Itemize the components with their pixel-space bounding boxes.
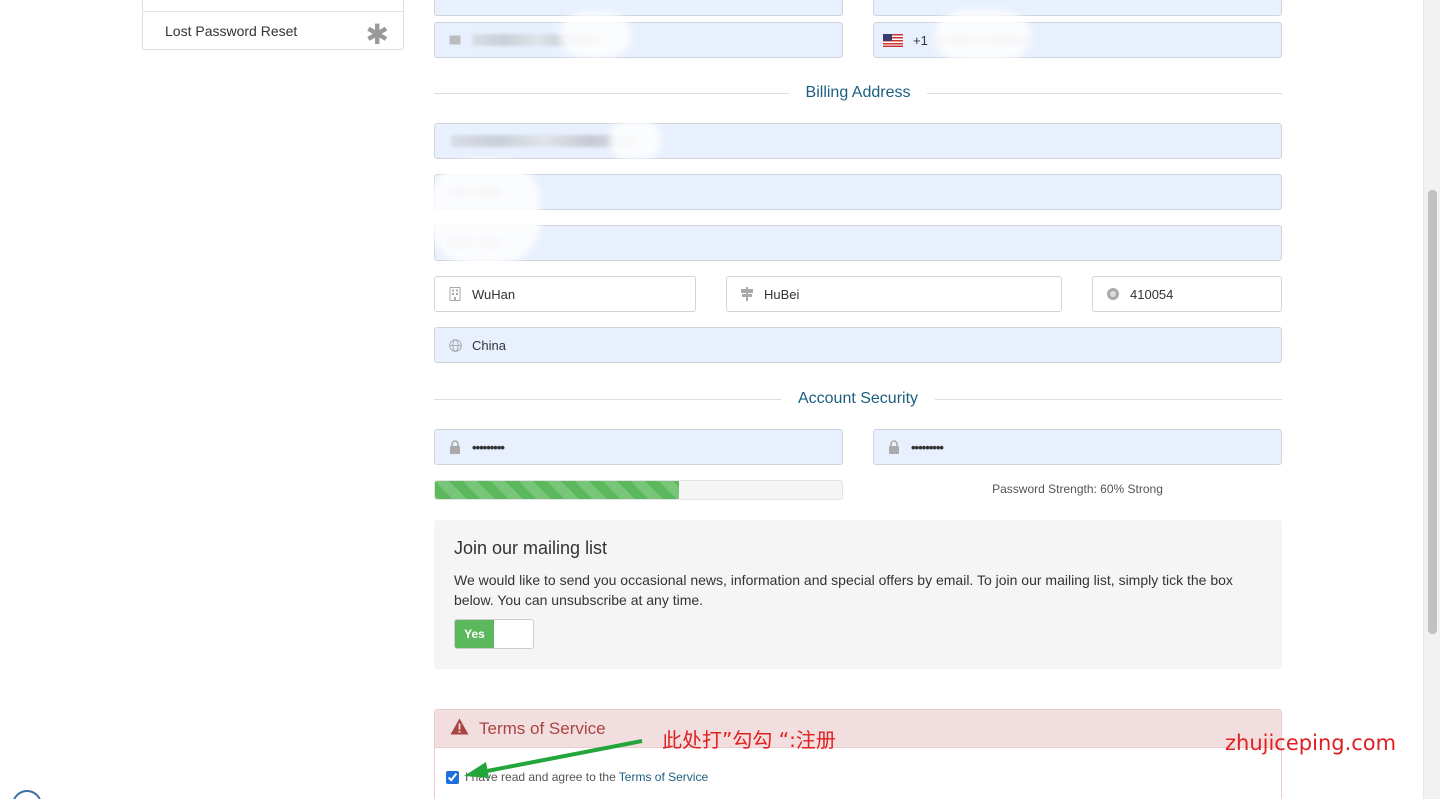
email-field[interactable] xyxy=(434,22,843,58)
mailing-list-description: We would like to send you occasional new… xyxy=(454,572,1233,608)
billing-address-heading: Billing Address xyxy=(434,83,1283,103)
redaction-blob xyxy=(560,12,630,58)
terms-agree-checkbox[interactable] xyxy=(446,770,459,784)
phone-prefix: +1 xyxy=(913,32,928,48)
city-field[interactable]: WuHan xyxy=(434,276,696,312)
mailing-list-toggle[interactable]: Yes xyxy=(454,619,534,649)
city-value: WuHan xyxy=(472,286,516,302)
mailing-list-panel: Join our mailing list We would like to s… xyxy=(434,520,1282,669)
postcode-field[interactable]: 410054 xyxy=(1092,276,1282,312)
address3-field[interactable] xyxy=(434,225,1282,261)
state-value: HuBei xyxy=(764,286,800,302)
us-flag-icon xyxy=(883,33,903,47)
certificate-icon xyxy=(1106,287,1120,301)
country-select[interactable]: China xyxy=(434,327,1282,363)
sidebar-panel: Lost Password Reset ✱ xyxy=(142,0,404,51)
globe-icon xyxy=(448,338,462,352)
redaction-blob xyxy=(610,120,660,160)
envelope-icon xyxy=(448,33,462,47)
building-icon xyxy=(448,287,462,301)
redaction-blob xyxy=(430,160,540,265)
signpost-icon xyxy=(740,287,754,301)
chat-widget-icon[interactable] xyxy=(12,790,42,799)
password-mask: ••••••••• xyxy=(472,439,505,455)
password-strength-bar xyxy=(434,480,843,500)
redaction-blob xyxy=(935,10,1030,62)
terms-of-service-title: Terms of Service xyxy=(479,718,606,738)
confirm-password-mask: ••••••••• xyxy=(911,439,944,455)
lock-icon xyxy=(448,440,462,454)
confirm-password-field[interactable]: ••••••••• xyxy=(873,429,1282,465)
top-field-right[interactable] xyxy=(873,0,1282,16)
page: Lost Password Reset ✱ +1 Billing Address… xyxy=(0,0,1440,799)
sidebar-item-lost-password-reset[interactable]: Lost Password Reset ✱ xyxy=(143,12,403,51)
address2-field[interactable] xyxy=(434,174,1282,210)
password-strength-fill xyxy=(435,481,680,499)
page-scrollbar[interactable] xyxy=(1423,0,1440,799)
watermark-text: zhujiceping.com xyxy=(1225,731,1397,755)
lock-icon xyxy=(887,440,901,454)
sidebar-item-label: Lost Password Reset xyxy=(165,23,298,39)
state-field[interactable]: HuBei xyxy=(726,276,1062,312)
password-field[interactable]: ••••••••• xyxy=(434,429,843,465)
scrollbar-thumb[interactable] xyxy=(1428,190,1437,634)
warning-icon xyxy=(450,718,469,740)
redacted-address1 xyxy=(451,135,636,147)
toggle-yes-label: Yes xyxy=(455,620,494,648)
mailing-list-title: Join our mailing list xyxy=(454,538,608,558)
address1-field[interactable] xyxy=(434,123,1282,159)
annotation-text: 此处打”勾勾 “:注册 xyxy=(662,728,836,752)
asterisk-icon: ✱ xyxy=(365,18,389,51)
annotation-arrow xyxy=(464,739,643,778)
country-value: China xyxy=(472,337,506,353)
account-security-heading: Account Security xyxy=(434,389,1282,409)
password-strength-label: Password Strength: 60% Strong xyxy=(992,482,1163,496)
top-field-left[interactable] xyxy=(434,0,843,16)
postcode-value: 410054 xyxy=(1130,286,1174,302)
